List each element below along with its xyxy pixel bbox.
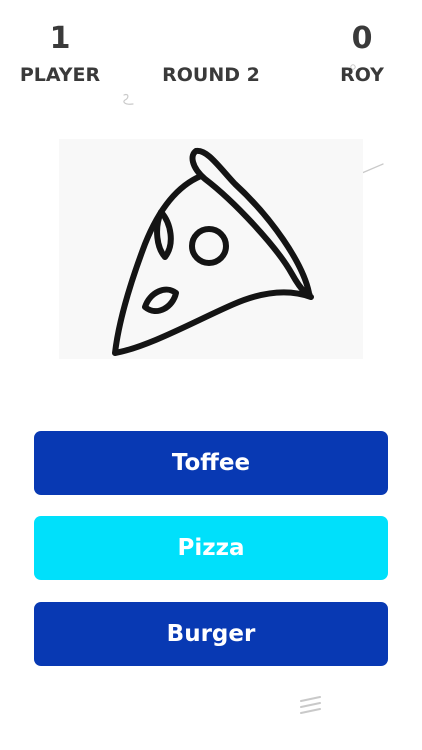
player-score-panel: 1 PLAYER	[0, 20, 120, 88]
opponent-score: 0	[351, 21, 373, 56]
answer-button-toffee[interactable]: Toffee	[34, 431, 388, 495]
answer-button-burger[interactable]: Burger	[34, 602, 388, 666]
player-score: 1	[49, 21, 71, 56]
stripes-doodle-icon	[300, 696, 321, 714]
pizza-slice-drawing-icon	[112, 147, 314, 356]
answer-button-pizza[interactable]: Pizza	[34, 516, 388, 580]
squiggle-doodle-icon	[123, 93, 134, 105]
player-name: PLAYER	[19, 64, 101, 86]
opponent-name: ROY	[340, 64, 384, 86]
drawing-canvas	[59, 139, 363, 359]
opponent-score-panel: 0 ROY	[302, 20, 422, 88]
round-label: ROUND 2	[162, 64, 260, 86]
dash-doodle-icon	[361, 163, 384, 174]
dot-doodle-icon	[350, 64, 356, 70]
